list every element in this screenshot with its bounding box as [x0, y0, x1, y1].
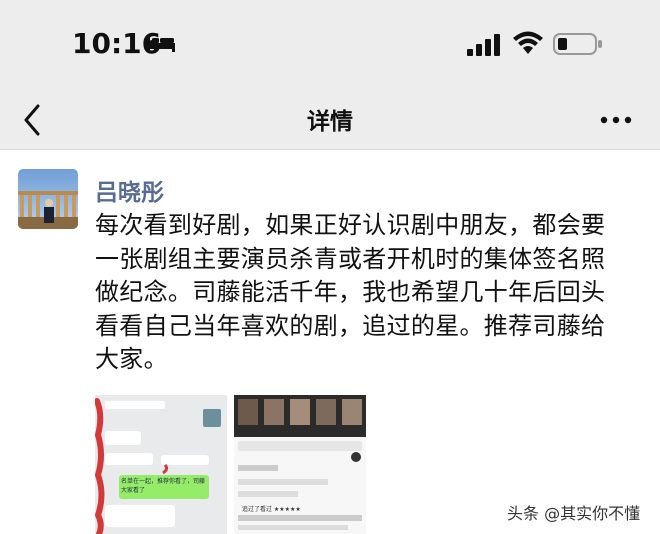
post-line: 一张剧组主要演员杀青或者开机时的集体签名照: [95, 244, 606, 273]
bed-icon: [147, 35, 175, 52]
more-dots-icon[interactable]: [596, 108, 636, 132]
nav-bar: 详情: [0, 92, 660, 150]
post-line: 每次看到好剧，如果正好认识剧中朋友，都会要: [95, 211, 606, 239]
post-author[interactable]: 吕晓彤: [95, 173, 164, 207]
chat-screenshot-graphic: [95, 395, 227, 534]
app-review-text: 追过了看过 ★★★★★: [242, 506, 301, 513]
avatar-image: [18, 169, 78, 229]
post-line: 做纪念。司藤能活千年，我也希望几十年后回头: [95, 278, 606, 306]
chat-bubble-text: 名单在一起，推荐你看了，司藤大家看了: [121, 478, 206, 494]
moment-post: 吕晓彤 每次看到好剧，如果正好认识剧中朋友，都会要 一张剧组主要演员杀青或者开机…: [0, 151, 660, 534]
page-title: 详情: [307, 109, 353, 135]
signal-icon: [467, 34, 500, 56]
battery-icon: [553, 33, 602, 55]
status-bar: 10:16: [0, 0, 660, 92]
avatar[interactable]: [18, 169, 78, 229]
app-screenshot-graphic: [234, 395, 366, 534]
post-line: 大家。: [95, 345, 168, 373]
wifi-icon: [513, 31, 543, 54]
post-image-chat-screenshot[interactable]: 名单在一起，推荐你看了，司藤大家看了: [95, 395, 227, 534]
post-line: 看看自己当年喜欢的剧，追过的星。推荐司藤给: [95, 311, 606, 340]
watermark: 头条 @其实你不懂: [507, 504, 641, 523]
post-content: 每次看到好剧，如果正好认识剧中朋友，都会要 一张剧组主要演员杀青或者开机时的集体…: [95, 209, 645, 377]
post-image-app-screenshot[interactable]: 追过了看过 ★★★★★: [234, 395, 366, 534]
